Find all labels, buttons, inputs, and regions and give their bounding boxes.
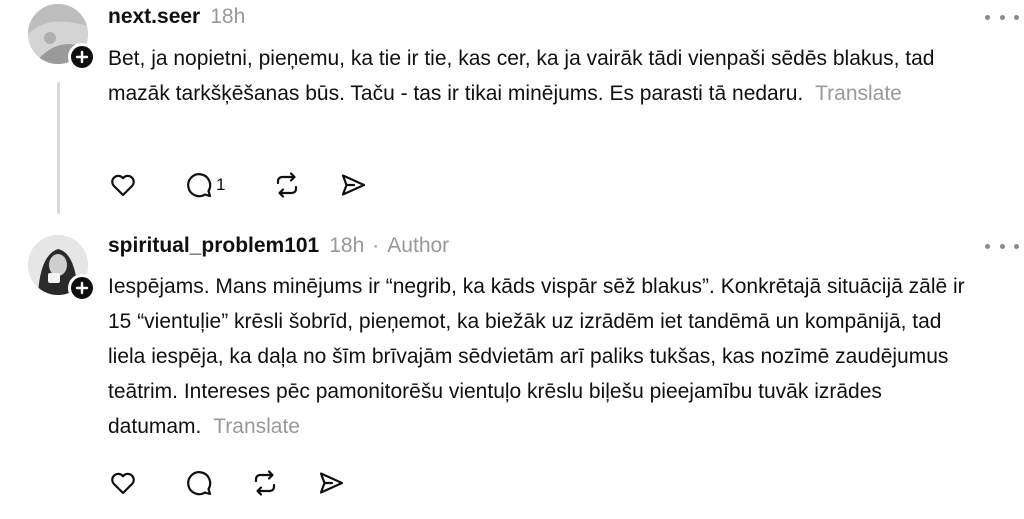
dot-icon [999, 14, 1005, 20]
more-options-button[interactable] [985, 238, 1019, 254]
username[interactable]: spiritual_problem101 [108, 234, 319, 258]
dot-icon [999, 243, 1005, 249]
post-header: next.seer 18h [108, 5, 245, 29]
translate-link[interactable]: Translate [213, 415, 300, 438]
plus-icon [75, 50, 89, 64]
post-body: Bet, ja nopietni, pieņemu, ka tie ir tie… [108, 47, 935, 105]
follow-button[interactable] [68, 274, 96, 302]
share-button[interactable] [338, 170, 378, 200]
repost-icon [254, 470, 276, 496]
heart-icon [111, 472, 135, 495]
post-text: Bet, ja nopietni, pieņemu, ka tie ir tie… [108, 41, 978, 111]
avatar-wrap [28, 235, 96, 302]
share-button[interactable] [316, 468, 356, 498]
repost-button[interactable] [250, 468, 316, 498]
dot-icon [1014, 243, 1019, 249]
translate-link[interactable]: Translate [815, 82, 902, 105]
plus-icon [75, 281, 89, 295]
follow-button[interactable] [68, 43, 96, 71]
action-bar [108, 468, 356, 498]
separator: · [372, 234, 380, 257]
like-button[interactable] [108, 468, 184, 498]
comment-icon [187, 471, 212, 496]
post-header: spiritual_problem101 18h · Author [108, 234, 449, 258]
reply-button[interactable] [184, 468, 250, 498]
comment-icon [187, 173, 212, 198]
share-icon [319, 472, 344, 494]
dot-icon [985, 14, 990, 20]
dot-icon [985, 243, 990, 249]
repost-icon [276, 172, 298, 198]
thread-line [57, 82, 60, 214]
post-body: Iespējams. Mans minējums ir “negrib, ka … [108, 275, 965, 438]
timestamp[interactable]: 18h [329, 234, 364, 258]
dot-icon [1014, 14, 1019, 20]
timestamp[interactable]: 18h [210, 5, 245, 29]
more-options-button[interactable] [985, 9, 1019, 25]
repost-button[interactable] [272, 170, 338, 200]
share-icon [341, 174, 366, 196]
username[interactable]: next.seer [108, 5, 200, 29]
avatar-wrap [28, 4, 96, 71]
heart-icon [111, 174, 135, 197]
post-text: Iespējams. Mans minējums ir “negrib, ka … [108, 269, 978, 444]
like-button[interactable] [108, 170, 184, 200]
reply-button[interactable]: 1 [184, 170, 272, 200]
action-bar: 1 [108, 170, 378, 200]
reply-count: 1 [216, 175, 226, 194]
author-label: Author [387, 234, 450, 257]
